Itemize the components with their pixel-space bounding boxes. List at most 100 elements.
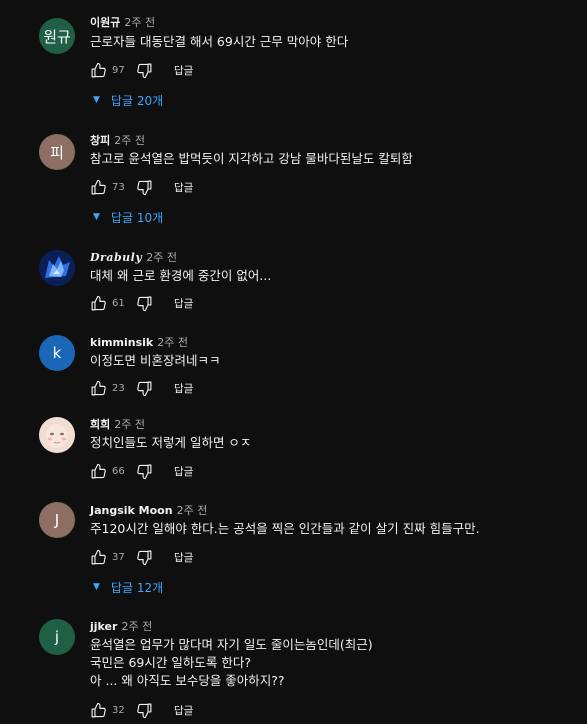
thumbs-up-icon (91, 549, 106, 564)
comment-text: 윤석열은 업무가 많다며 자기 일도 줄이는놈인데(최근) 국민은 69시간 일… (90, 636, 373, 690)
caret-down-icon: ▼ (93, 212, 100, 222)
like-button[interactable] (88, 177, 108, 197)
thumbs-up-icon (91, 179, 106, 194)
comment-actions: 66 답글 (88, 461, 193, 481)
reply-button[interactable]: 답글 (174, 381, 193, 396)
comment-meta: kimminsik 2주 전 (90, 334, 188, 350)
thumbs-up-icon (91, 380, 106, 395)
comment-actions: 32 답글 (88, 700, 193, 720)
dislike-button[interactable] (134, 547, 154, 567)
replies-count: 답글 12개 (110, 580, 164, 595)
dislike-button[interactable] (134, 60, 154, 80)
thumbs-down-icon (136, 381, 151, 396)
comment-text: 근로자들 대동단결 해서 69시간 근무 막아야 한다 (90, 33, 348, 51)
avatar[interactable]: 원규 (39, 18, 75, 54)
avatar-initials: k (52, 344, 62, 362)
face-avatar-icon (39, 417, 75, 453)
comment-text: 참고로 윤석열은 밥먹듯이 지각하고 강남 물바다된날도 칼퇴함 (90, 150, 413, 168)
comment-actions: 97 답글 (88, 60, 193, 80)
thumbs-down-icon (136, 703, 151, 718)
comment-time[interactable]: 2주 전 (121, 620, 152, 633)
comment-line: 참고로 윤석열은 밥먹듯이 지각하고 강남 물바다된날도 칼퇴함 (90, 151, 413, 166)
comment-author[interactable]: jjker (90, 620, 117, 633)
comment-line: 주120시간 일해야 한다.는 공석을 찍은 인간들과 같이 살기 진짜 힘들구… (90, 521, 480, 536)
avatar[interactable]: J (39, 502, 75, 538)
reply-button[interactable]: 답글 (174, 63, 193, 78)
like-button[interactable] (88, 378, 108, 398)
caret-down-icon: ▼ (93, 582, 100, 592)
thumbs-down-icon (136, 464, 151, 479)
like-count: 73 (112, 181, 125, 193)
comment-meta: 이원규 2주 전 (90, 14, 155, 30)
comment-text: 이정도면 비혼장려네ㅋㅋ (90, 352, 220, 370)
thumbs-up-icon (91, 62, 106, 77)
dislike-button[interactable] (134, 700, 154, 720)
thumbs-up-icon (91, 295, 106, 310)
like-count: 66 (112, 465, 125, 477)
comment-text: 주120시간 일해야 한다.는 공석을 찍은 인간들과 같이 살기 진짜 힘들구… (90, 520, 480, 538)
like-button[interactable] (88, 293, 108, 313)
comment-meta: 희희 2주 전 (90, 416, 145, 432)
comment-time[interactable]: 2주 전 (157, 336, 188, 349)
comment-author[interactable]: Drabuly (90, 251, 142, 264)
view-replies-button[interactable]: ▼ 답글 20개 (93, 90, 163, 110)
like-button[interactable] (88, 547, 108, 567)
dislike-button[interactable] (134, 177, 154, 197)
comment-time[interactable]: 2주 전 (124, 16, 155, 29)
thumbs-down-icon (136, 296, 151, 311)
like-count: 97 (112, 64, 125, 76)
avatar-initials: j (54, 628, 60, 646)
reply-button[interactable]: 답글 (174, 180, 193, 195)
comment-actions: 37 답글 (88, 547, 193, 567)
like-count: 61 (112, 297, 125, 309)
comment-line: 대체 왜 근로 환경에 중간이 없어... (90, 268, 272, 283)
view-replies-button[interactable]: ▼ 답글 12개 (93, 577, 163, 597)
avatar[interactable]: k (39, 335, 75, 371)
comment-line: 윤석열은 업무가 많다며 자기 일도 줄이는놈인데(최근) (90, 637, 373, 652)
comment-author[interactable]: 희희 (90, 418, 110, 431)
caret-down-icon: ▼ (93, 95, 100, 105)
avatar[interactable] (39, 417, 75, 453)
dislike-button[interactable] (134, 461, 154, 481)
comment-actions: 61 답글 (88, 293, 193, 313)
comment-text: 정치인들도 저렇게 일하면 ㅇㅈ (90, 434, 251, 452)
comment-author[interactable]: 창피 (90, 134, 110, 147)
dislike-button[interactable] (134, 293, 154, 313)
comment-time[interactable]: 2주 전 (114, 134, 145, 147)
comment-line: 국민은 69시간 일하도록 한다? (90, 655, 251, 670)
comment-time[interactable]: 2주 전 (146, 251, 177, 264)
like-button[interactable] (88, 461, 108, 481)
like-count: 23 (112, 382, 125, 394)
dislike-button[interactable] (134, 378, 154, 398)
avatar[interactable] (39, 250, 75, 286)
comment-line: 정치인들도 저렇게 일하면 ㅇㅈ (90, 435, 252, 450)
reply-button[interactable]: 답글 (174, 703, 193, 718)
reply-button[interactable]: 답글 (174, 464, 193, 479)
comment-author[interactable]: Jangsik Moon (90, 504, 173, 517)
replies-count: 답글 10개 (110, 210, 164, 225)
comment-actions: 73 답글 (88, 177, 193, 197)
avatar-initials: 원규 (43, 27, 71, 46)
reply-button[interactable]: 답글 (174, 550, 193, 565)
view-replies-button[interactable]: ▼ 답글 10개 (93, 207, 163, 227)
thumbs-down-icon (136, 550, 151, 565)
comment-line: 근로자들 대동단결 해서 69시간 근무 막아야 한다 (90, 34, 349, 49)
like-count: 37 (112, 551, 125, 563)
thumbs-down-icon (136, 63, 151, 78)
like-button[interactable] (88, 700, 108, 720)
comment-meta: jjker 2주 전 (90, 618, 152, 634)
comment-meta: 창피 2주 전 (90, 132, 145, 148)
wolf-avatar-icon (39, 250, 75, 286)
reply-button[interactable]: 답글 (174, 296, 193, 311)
like-button[interactable] (88, 60, 108, 80)
comment-author[interactable]: kimminsik (90, 336, 153, 349)
comment-author[interactable]: 이원규 (90, 16, 120, 29)
avatar[interactable]: 피 (39, 134, 75, 170)
thumbs-down-icon (136, 180, 151, 195)
thumbs-up-icon (91, 702, 106, 717)
comment-time[interactable]: 2주 전 (114, 418, 145, 431)
like-count: 32 (112, 704, 125, 716)
avatar[interactable]: j (39, 619, 75, 655)
comment-time[interactable]: 2주 전 (177, 504, 208, 517)
comment-text: 대체 왜 근로 환경에 중간이 없어... (90, 267, 271, 285)
